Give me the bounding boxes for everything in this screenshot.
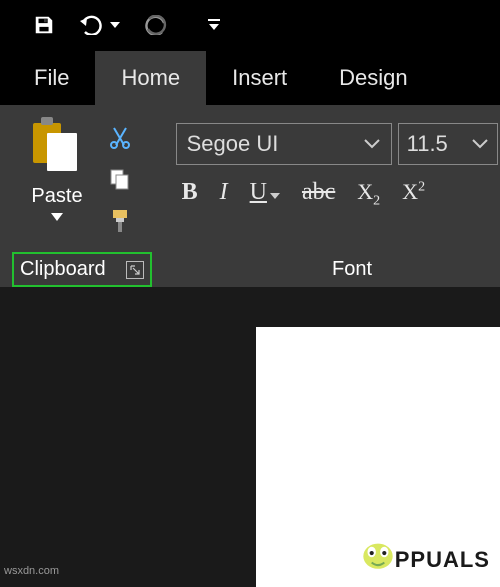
subscript-button[interactable]: X2: [357, 179, 380, 209]
font-size-combobox[interactable]: 11.5: [398, 123, 498, 165]
quick-access-toolbar: [0, 0, 500, 50]
superscript-button[interactable]: X2: [402, 179, 425, 205]
tab-insert[interactable]: Insert: [206, 51, 313, 105]
mascot-icon: [357, 531, 399, 573]
ribbon-tabs: File Home Insert Design: [0, 50, 500, 105]
tab-home[interactable]: Home: [95, 51, 206, 105]
attribution: wsxdn.com: [4, 565, 59, 577]
underline-label: U: [250, 179, 267, 206]
save-button[interactable]: [30, 11, 58, 39]
undo-button[interactable]: [78, 11, 106, 39]
font-family-value: Segoe UI: [187, 131, 279, 157]
strikethrough-button[interactable]: abc: [302, 179, 335, 206]
font-label-text: Font: [332, 258, 372, 281]
group-font: Segoe UI 11.5 A B I U: [170, 111, 500, 287]
ribbon: Paste Clipboard: [0, 105, 500, 287]
paste-label: Paste: [31, 185, 82, 208]
watermark: PPUALS: [357, 531, 490, 573]
underline-dropdown[interactable]: [270, 190, 280, 202]
undo-dropdown[interactable]: [108, 11, 122, 39]
bold-button[interactable]: B: [182, 179, 198, 206]
customize-qat-button[interactable]: [200, 11, 228, 39]
tab-design[interactable]: Design: [313, 51, 433, 105]
superscript-base: X: [402, 179, 418, 204]
tab-file[interactable]: File: [8, 51, 95, 105]
clipboard-dialog-launcher[interactable]: [126, 261, 144, 279]
paste-button[interactable]: Paste: [31, 115, 82, 208]
subscript-base: X: [357, 179, 373, 204]
watermark-text: PPUALS: [395, 547, 490, 573]
underline-button[interactable]: U: [250, 179, 280, 206]
group-label-clipboard: Clipboard: [12, 252, 152, 287]
paste-dropdown[interactable]: [51, 210, 63, 224]
paste-icon: [33, 119, 81, 177]
chevron-down-icon: [471, 138, 489, 150]
clipboard-label-text: Clipboard: [20, 258, 106, 281]
chevron-down-icon: [363, 138, 381, 150]
undo-group: [78, 11, 122, 39]
redo-button[interactable]: [142, 11, 170, 39]
font-size-value: 11.5: [407, 131, 448, 157]
copy-button[interactable]: [104, 163, 136, 195]
group-clipboard: Paste Clipboard: [6, 111, 158, 287]
font-family-combobox[interactable]: Segoe UI: [176, 123, 392, 165]
superscript-sup: 2: [418, 180, 425, 195]
italic-button[interactable]: I: [220, 179, 228, 206]
format-painter-button[interactable]: [104, 205, 136, 237]
group-label-font: Font: [176, 252, 500, 287]
cut-button[interactable]: [104, 121, 136, 153]
subscript-sub: 2: [373, 193, 380, 208]
